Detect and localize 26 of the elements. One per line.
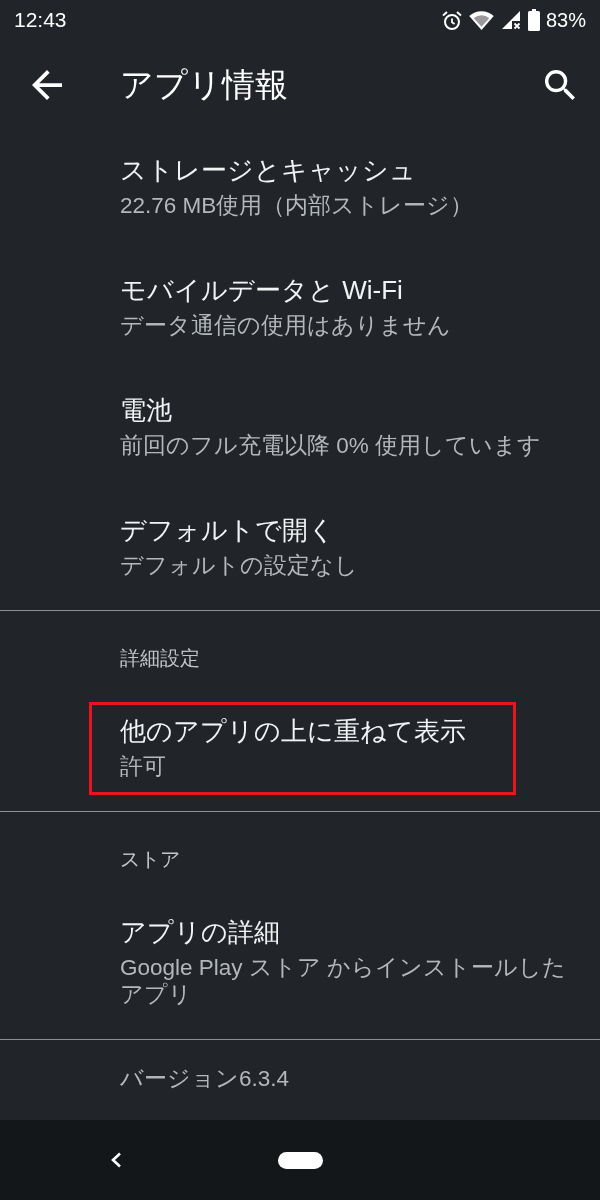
item-summary: Google Play ストア からインストールしたアプリ <box>120 955 567 1007</box>
section-header: 詳細設定 <box>120 647 200 669</box>
screen-title: アプリ情報 <box>120 65 288 103</box>
home-handle[interactable] <box>278 1151 323 1169</box>
item-title[interactable]: デフォルトで開く <box>120 515 335 545</box>
item-title[interactable]: モバイルデータと Wi-Fi <box>120 275 403 305</box>
item-title[interactable]: 電池 <box>120 395 172 425</box>
alarm-clock-icon <box>441 9 462 31</box>
back-chevron-icon[interactable] <box>110 1152 122 1168</box>
section-header: ストア <box>120 848 180 870</box>
item-title[interactable]: ストレージとキャッシュ <box>120 155 416 185</box>
item-summary: データ通信の使用はありません <box>120 313 451 338</box>
item-summary: 許可 <box>120 754 166 779</box>
item-summary: 22.76 MB使用（内部ストレージ） <box>120 193 474 218</box>
version-text: バージョン6.3.4 <box>120 1066 290 1091</box>
item-summary: デフォルトの設定なし <box>120 553 358 578</box>
battery-icon <box>527 9 540 31</box>
back-arrow-icon[interactable] <box>32 70 62 100</box>
search-icon[interactable] <box>545 70 575 100</box>
item-title[interactable]: アプリの詳細 <box>120 917 280 947</box>
wifi-icon <box>468 10 494 30</box>
signal-icon <box>500 10 521 30</box>
item-summary: 前回のフル充電以降 0% 使用しています <box>120 433 542 458</box>
battery-percent: 83% <box>545 8 586 32</box>
status-time: 12:43 <box>14 8 67 32</box>
item-title[interactable]: 他のアプリの上に重ねて表示 <box>120 716 466 746</box>
